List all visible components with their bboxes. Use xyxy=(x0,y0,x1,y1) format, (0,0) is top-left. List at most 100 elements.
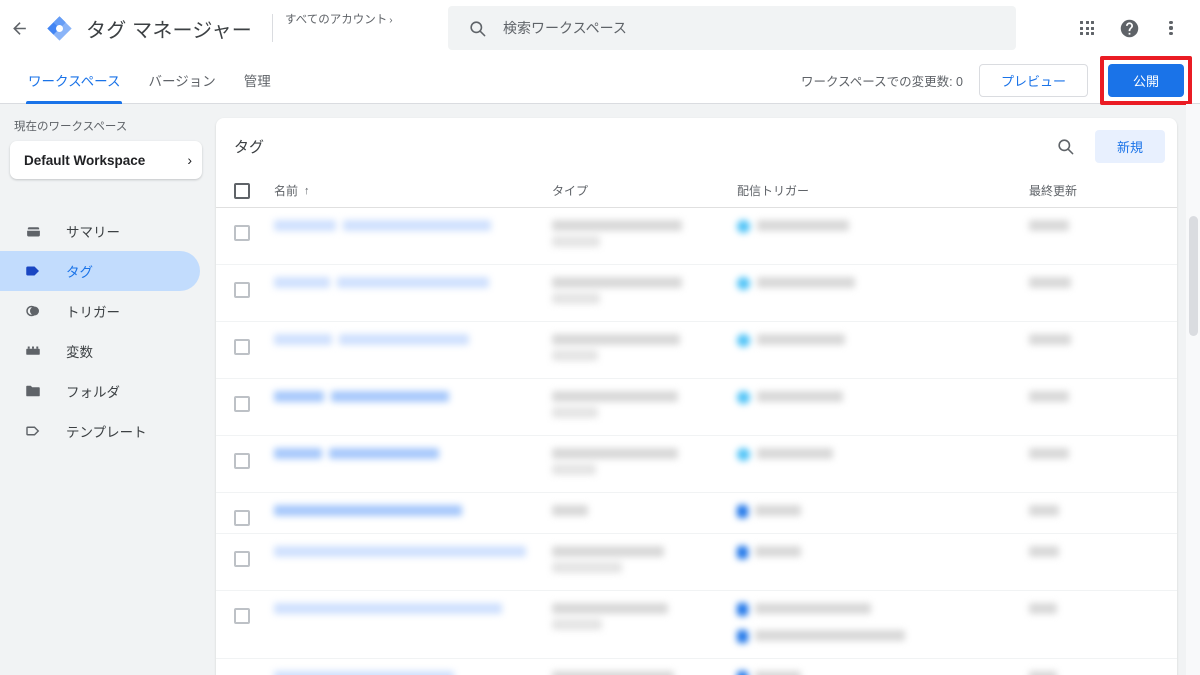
cell-type xyxy=(552,436,737,492)
trigger-type-icon xyxy=(737,603,748,616)
sidebar-nav: サマリー タグ トリガー xyxy=(0,211,216,451)
sidebar-item-triggers[interactable]: トリガー xyxy=(0,291,200,331)
row-checkbox[interactable] xyxy=(234,396,250,412)
row-checkbox[interactable] xyxy=(234,608,250,624)
sidebar-item-label: サマリー xyxy=(66,221,120,241)
publish-button[interactable]: 公開 xyxy=(1108,64,1184,97)
cell-type xyxy=(552,322,737,378)
cell-type xyxy=(552,534,737,590)
sidebar-item-label: タグ xyxy=(66,261,93,281)
trigger-type-icon xyxy=(737,630,748,643)
cell-name xyxy=(274,436,552,476)
row-checkbox[interactable] xyxy=(234,282,250,298)
table-row[interactable] xyxy=(216,379,1177,436)
column-header-trigger[interactable]: 配信トリガー xyxy=(737,182,1029,199)
sidebar-item-variables[interactable]: 変数 xyxy=(0,331,200,371)
search-icon xyxy=(468,19,487,38)
apps-grid-icon[interactable] xyxy=(1066,7,1108,49)
kebab-menu-icon[interactable] xyxy=(1150,7,1192,49)
cell-type xyxy=(552,208,737,264)
workspace-selector[interactable]: Default Workspace › xyxy=(10,141,202,179)
table-row[interactable] xyxy=(216,659,1177,675)
cell-last-updated xyxy=(1029,208,1149,248)
sidebar-item-folders[interactable]: フォルダ xyxy=(0,371,200,411)
workspace-actions: ワークスペースでの変更数: 0 プレビュー 公開 xyxy=(801,56,1200,104)
new-tag-button[interactable]: 新規 xyxy=(1095,130,1165,163)
trigger-type-icon xyxy=(737,505,748,518)
summary-box-icon xyxy=(22,223,44,240)
cell-name xyxy=(274,591,552,631)
table-row[interactable] xyxy=(216,591,1177,659)
workspace-name: Default Workspace xyxy=(24,153,187,168)
cell-last-updated xyxy=(1029,534,1149,574)
select-all-checkbox[interactable] xyxy=(234,183,250,199)
variable-icon xyxy=(22,342,44,360)
workspace-search-box[interactable] xyxy=(448,6,1016,50)
trigger-type-icon xyxy=(737,277,750,290)
cell-trigger xyxy=(737,534,1029,574)
row-checkbox[interactable] xyxy=(234,225,250,241)
cell-last-updated xyxy=(1029,265,1149,305)
folder-icon xyxy=(22,382,44,400)
current-workspace-label: 現在のワークスペース xyxy=(14,118,216,134)
row-checkbox[interactable] xyxy=(234,510,250,526)
cell-name xyxy=(274,265,552,305)
trigger-type-icon xyxy=(737,671,748,675)
back-arrow-icon[interactable] xyxy=(2,0,36,56)
cell-name xyxy=(274,322,552,362)
cell-name xyxy=(274,208,552,248)
trigger-type-icon xyxy=(737,546,748,559)
cell-name xyxy=(274,659,552,675)
table-row[interactable] xyxy=(216,208,1177,265)
table-row[interactable] xyxy=(216,534,1177,591)
search-icon[interactable] xyxy=(1047,127,1085,165)
table-row[interactable] xyxy=(216,322,1177,379)
sidebar-item-label: フォルダ xyxy=(66,381,120,401)
row-checkbox[interactable] xyxy=(234,453,250,469)
cell-last-updated xyxy=(1029,379,1149,419)
cell-last-updated xyxy=(1029,659,1149,675)
cell-last-updated xyxy=(1029,322,1149,362)
cell-last-updated xyxy=(1029,493,1149,533)
table-row[interactable] xyxy=(216,493,1177,534)
tag-icon xyxy=(22,262,44,280)
trigger-circle-icon xyxy=(22,302,44,320)
cell-trigger xyxy=(737,265,1029,305)
column-header-name-label: 名前 xyxy=(274,182,298,199)
sort-ascending-icon: ↑ xyxy=(304,185,310,197)
preview-button[interactable]: プレビュー xyxy=(979,64,1088,97)
column-header-updated[interactable]: 最終更新 xyxy=(1029,182,1149,199)
sidebar-item-summary[interactable]: サマリー xyxy=(0,211,200,251)
sidebar-item-tags[interactable]: タグ xyxy=(0,251,200,291)
header-actions xyxy=(1066,0,1192,56)
tab-admin[interactable]: 管理 xyxy=(230,56,285,104)
column-header-name[interactable]: 名前 ↑ xyxy=(274,182,552,199)
tags-panel-header: タグ 新規 xyxy=(216,118,1177,174)
all-accounts-label: すべてのアカウント xyxy=(285,14,387,26)
trigger-type-icon xyxy=(737,391,750,404)
table-row[interactable] xyxy=(216,436,1177,493)
tab-workspace[interactable]: ワークスペース xyxy=(14,56,134,104)
page-scrollbar-thumb[interactable] xyxy=(1189,216,1198,336)
cell-trigger xyxy=(737,591,1029,658)
table-row[interactable] xyxy=(216,265,1177,322)
cell-trigger xyxy=(737,379,1029,419)
template-tag-icon xyxy=(22,422,44,440)
cell-trigger xyxy=(737,659,1029,675)
row-checkbox[interactable] xyxy=(234,551,250,567)
column-header-type[interactable]: タイプ xyxy=(552,182,737,199)
help-circle-icon[interactable] xyxy=(1108,7,1150,49)
top-header-bar: タグ マネージャー すべてのアカウント› xyxy=(0,0,1200,56)
cell-name xyxy=(274,534,552,574)
row-checkbox[interactable] xyxy=(234,339,250,355)
all-accounts-link[interactable]: すべてのアカウント› xyxy=(285,11,393,27)
cell-type xyxy=(552,493,737,533)
sidebar-item-templates[interactable]: テンプレート xyxy=(0,411,200,451)
page-scrollbar-track[interactable] xyxy=(1186,104,1200,675)
search-input[interactable] xyxy=(503,20,1016,36)
tab-versions[interactable]: バージョン xyxy=(134,56,229,104)
cell-type xyxy=(552,591,737,647)
sidebar-item-label: テンプレート xyxy=(66,421,147,441)
trigger-type-icon xyxy=(737,448,750,461)
cell-trigger xyxy=(737,322,1029,362)
